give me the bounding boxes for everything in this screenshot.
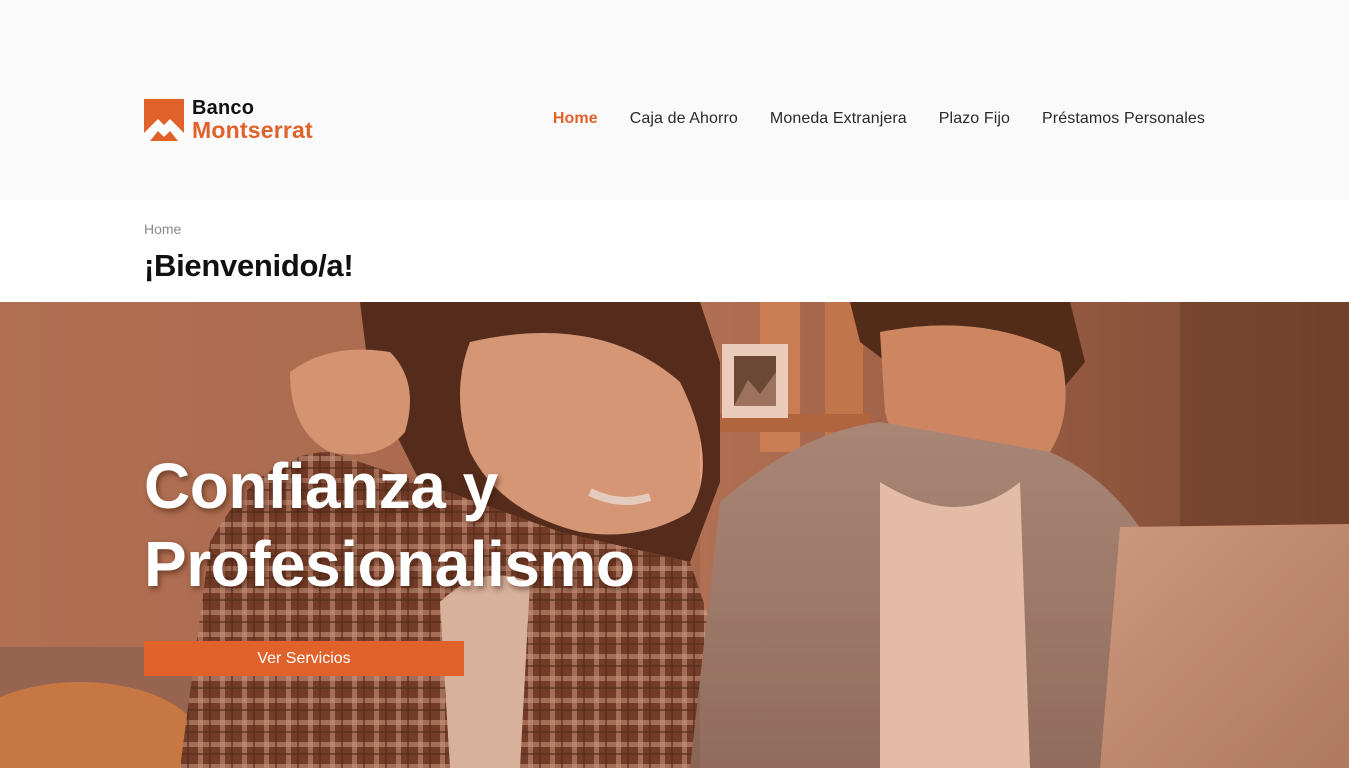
- nav-item-home: Home: [553, 110, 598, 128]
- brand-logo[interactable]: Banco Montserrat: [144, 98, 313, 142]
- brand-name: Banco Montserrat: [192, 98, 313, 142]
- hero-heading-line1: Confianza y: [144, 450, 498, 522]
- mountain-logo-icon: [144, 99, 184, 141]
- nav-link-prestamos-personales[interactable]: Préstamos Personales: [1042, 110, 1205, 127]
- main-nav: Home Caja de Ahorro Moneda Extranjera Pl…: [553, 110, 1205, 128]
- brand-name-line1: Banco: [192, 97, 255, 119]
- page-title: ¡Bienvenido/a!: [144, 248, 354, 283]
- nav-item-caja-de-ahorro: Caja de Ahorro: [630, 110, 738, 128]
- hero-banner: Confianza y Profesionalismo Ver Servicio…: [0, 302, 1349, 768]
- hero-heading: Confianza y Profesionalismo: [144, 447, 704, 603]
- view-services-button[interactable]: Ver Servicios: [144, 641, 464, 676]
- nav-item-plazo-fijo: Plazo Fijo: [939, 110, 1010, 128]
- nav-item-moneda-extranjera: Moneda Extranjera: [770, 110, 907, 128]
- hero-heading-line2: Profesionalismo: [144, 528, 635, 600]
- nav-link-home[interactable]: Home: [553, 110, 598, 127]
- brand-name-line2: Montserrat: [192, 117, 313, 143]
- site-header: Banco Montserrat Home Caja de Ahorro Mon…: [0, 0, 1349, 200]
- nav-link-caja-de-ahorro[interactable]: Caja de Ahorro: [630, 110, 738, 127]
- page-header: Home ¡Bienvenido/a!: [0, 200, 1349, 302]
- hero-content: Confianza y Profesionalismo Ver Servicio…: [144, 447, 704, 676]
- nav-link-moneda-extranjera[interactable]: Moneda Extranjera: [770, 110, 907, 127]
- nav-link-plazo-fijo[interactable]: Plazo Fijo: [939, 110, 1010, 127]
- nav-item-prestamos-personales: Préstamos Personales: [1042, 110, 1205, 128]
- breadcrumb[interactable]: Home: [144, 221, 181, 237]
